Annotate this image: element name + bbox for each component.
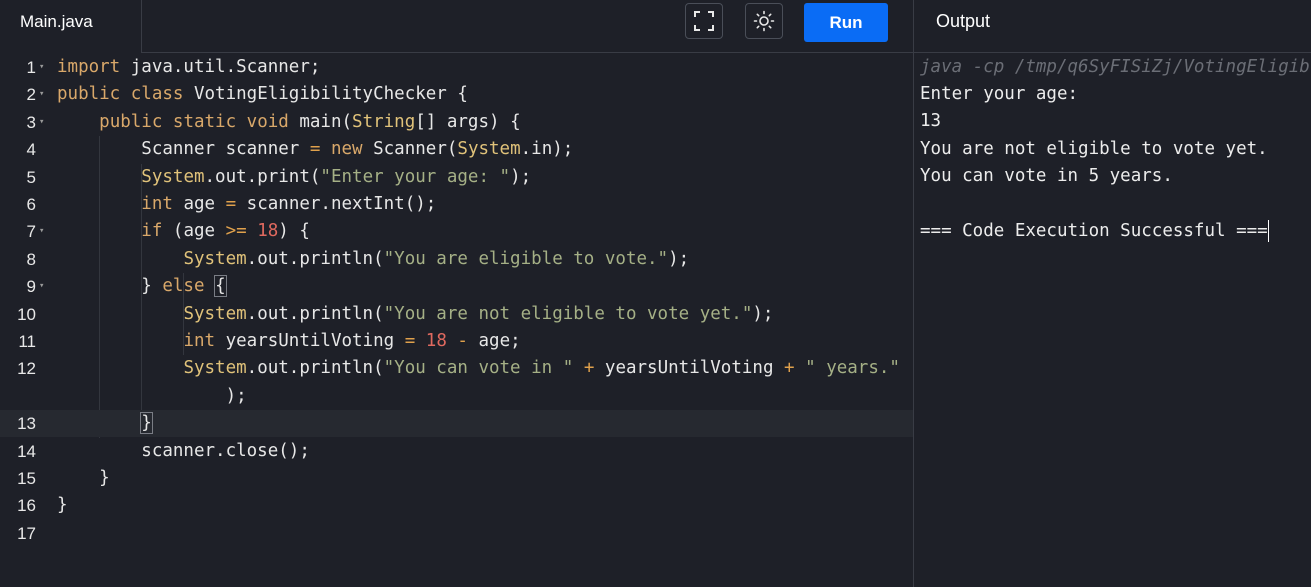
code-text: } bbox=[57, 495, 68, 516]
code-line[interactable]: 13 } bbox=[0, 410, 913, 438]
tab-main-java[interactable]: Main.java bbox=[0, 0, 142, 53]
code-line[interactable]: 9 ▾ } else { bbox=[0, 273, 913, 300]
fold-arrow-icon[interactable]: ▾ bbox=[39, 81, 44, 108]
line-number: 5 bbox=[26, 167, 36, 187]
code-text: int yearsUntilVoting = 18 - age; bbox=[183, 331, 521, 351]
code-line[interactable]: ); bbox=[0, 383, 913, 410]
code-text: if (age >= 18) { bbox=[141, 221, 310, 242]
code-line[interactable]: 16} bbox=[0, 492, 913, 519]
output-panel: java -cp /tmp/q6SyFISiZj/VotingEligib En… bbox=[920, 53, 1311, 587]
theme-toggle-button[interactable] bbox=[745, 3, 783, 39]
output-command: java -cp /tmp/q6SyFISiZj/VotingEligib bbox=[920, 57, 1310, 77]
output-title: Output bbox=[936, 11, 991, 31]
output-line: Enter your age: bbox=[920, 84, 1079, 104]
output-line: You are not eligible to vote yet. bbox=[920, 138, 1268, 159]
panel-divider[interactable] bbox=[913, 0, 914, 587]
line-number: 4 bbox=[26, 140, 36, 160]
code-text: System.out.println("You can vote in " + … bbox=[183, 358, 900, 379]
code-line[interactable]: 2 ▾ public class VotingEligibilityChecker … bbox=[0, 81, 913, 108]
code-text: Scanner scanner = new Scanner(System.in)… bbox=[57, 139, 574, 160]
top-bar: Main.java Run Output bbox=[0, 0, 1311, 53]
code-line[interactable]: 8 System.out.println("You are eligible t… bbox=[0, 246, 913, 273]
line-number: 11 bbox=[18, 332, 36, 351]
code-text: scanner.close(); bbox=[57, 440, 310, 461]
line-number: 12 bbox=[17, 359, 36, 379]
code-text: import java.util.Scanner; bbox=[57, 57, 321, 77]
output-line: 13 bbox=[920, 111, 942, 132]
output-line: === Code Execution Successful === bbox=[920, 220, 1269, 242]
code-line[interactable]: 7 ▾ if (age >= 18) { bbox=[0, 218, 913, 245]
text-cursor bbox=[1267, 220, 1269, 242]
code-text: System.out.println("You are not eligible… bbox=[183, 303, 774, 324]
code-text: int age = scanner.nextInt(); bbox=[141, 194, 437, 214]
fullscreen-icon bbox=[694, 11, 714, 31]
output-line: You can vote in 5 years. bbox=[920, 166, 1173, 187]
line-number: 9 bbox=[26, 277, 36, 297]
line-number: 16 bbox=[17, 496, 36, 516]
fold-arrow-icon[interactable]: ▾ bbox=[39, 54, 44, 81]
line-number: 6 bbox=[26, 195, 36, 214]
code-line[interactable]: 10 System.out.println("You are not eligi… bbox=[0, 301, 913, 328]
code-line[interactable]: 5 System.out.print("Enter your age: "); bbox=[0, 164, 913, 191]
code-text: System.out.println("You are eligible to … bbox=[183, 248, 690, 269]
sun-icon bbox=[753, 10, 775, 32]
code-line[interactable]: 12 System.out.println("You can vote in "… bbox=[0, 355, 913, 382]
line-number: 7 bbox=[26, 222, 36, 242]
fullscreen-button[interactable] bbox=[685, 3, 723, 39]
code-line[interactable]: 15 } bbox=[0, 465, 913, 492]
line-number: 15 bbox=[17, 469, 36, 488]
run-button[interactable]: Run bbox=[804, 3, 888, 42]
code-line[interactable]: 1 ▾ import java.util.Scanner; bbox=[0, 54, 913, 81]
line-number: 3 bbox=[26, 112, 36, 132]
code-line[interactable]: 14 scanner.close(); bbox=[0, 438, 913, 465]
line-number: 13 bbox=[17, 414, 36, 434]
code-text: public static void main(String[] args) { bbox=[99, 111, 521, 132]
line-number: 14 bbox=[17, 441, 36, 461]
code-line[interactable]: 4 Scanner scanner = new Scanner(System.i… bbox=[0, 136, 913, 163]
fold-arrow-icon[interactable]: ▾ bbox=[39, 218, 44, 245]
code-line[interactable]: 11 int yearsUntilVoting = 18 - age; bbox=[0, 328, 913, 355]
tab-file-name: Main.java bbox=[20, 12, 93, 31]
line-number: 17 bbox=[17, 523, 36, 543]
code-line[interactable]: 3 ▾ public static void main(String[] args… bbox=[0, 109, 913, 136]
line-number: 2 bbox=[26, 85, 36, 105]
line-number: 8 bbox=[26, 249, 36, 269]
code-text: public class VotingEligibilityChecker { bbox=[57, 84, 468, 105]
code-editor[interactable]: 1 ▾ import java.util.Scanner; 2 ▾ public clas… bbox=[0, 53, 913, 587]
code-text: } bbox=[57, 468, 110, 488]
output-header: Output bbox=[914, 0, 1311, 53]
code-line[interactable]: 6 int age = scanner.nextInt(); bbox=[0, 191, 913, 218]
editor-header bbox=[142, 0, 913, 53]
fold-arrow-icon[interactable]: ▾ bbox=[39, 109, 44, 136]
code-text: } bbox=[140, 412, 153, 435]
line-number: 10 bbox=[17, 304, 36, 324]
code-text: System.out.print("Enter your age: "); bbox=[141, 166, 532, 187]
fold-arrow-icon[interactable]: ▾ bbox=[39, 273, 44, 300]
code-text: } else { bbox=[57, 275, 227, 298]
code-text: ); bbox=[225, 385, 247, 406]
line-number: 1 bbox=[26, 58, 36, 77]
code-line[interactable]: 17 bbox=[0, 520, 913, 547]
